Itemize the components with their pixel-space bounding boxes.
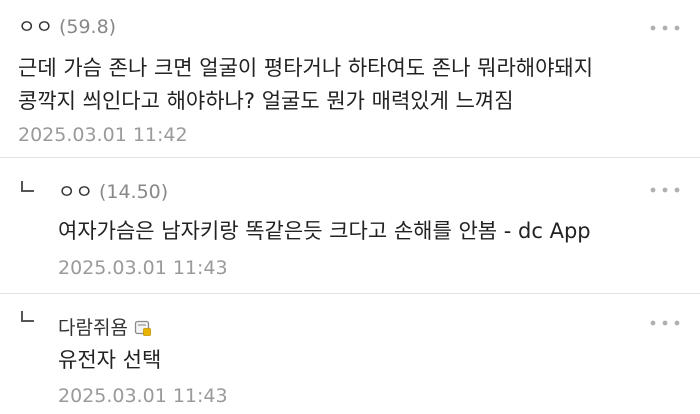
more-dots-icon: [650, 25, 680, 31]
more-dots-icon: [650, 187, 680, 193]
comment-author[interactable]: ㅇㅇ (14.50): [58, 177, 168, 204]
reply-comment-item: 다람쥐욤 유전자 선택 2025.03.01 11:43: [0, 293, 700, 414]
comment-timestamp: 2025.03.01 11:42: [18, 124, 188, 146]
fixed-nick-badge-icon: [134, 319, 152, 337]
author-nickname[interactable]: 다람쥐욤: [58, 317, 128, 339]
author-nickname[interactable]: ㅇㅇ: [58, 181, 93, 203]
author-nickname[interactable]: ㅇㅇ: [18, 16, 53, 38]
more-options-button[interactable]: [648, 22, 682, 34]
reply-comment-item: ㅇㅇ (14.50) 여자가슴은 남자키랑 똑같은듯 크다고 손해를 안봄 - d…: [0, 157, 700, 293]
comment-timestamp: 2025.03.01 11:43: [58, 385, 228, 407]
comment-item: ㅇㅇ (59.8) 근데 가슴 존나 크면 얼굴이 평타거나 하타여도 존나 뭐라…: [0, 0, 700, 157]
more-options-button[interactable]: [648, 184, 682, 196]
comment-text: 여자가슴은 남자키랑 똑같은듯 크다고 손해를 안봄 - dc App: [58, 219, 591, 243]
reply-arrow-icon: [20, 310, 36, 326]
comment-text-line: 근데 가슴 존나 크면 얼굴이 평타거나 하타여도 존나 뭐라해야돼지: [18, 56, 594, 80]
comment-text-line: 콩깍지 씌인다고 해야하나? 얼굴도 뭔가 매력있게 느껴짐: [18, 89, 514, 113]
more-dots-icon: [650, 320, 680, 326]
reply-arrow-icon: [20, 180, 36, 196]
comment-author[interactable]: ㅇㅇ (59.8): [18, 12, 116, 39]
comment-text: 근데 가슴 존나 크면 얼굴이 평타거나 하타여도 존나 뭐라해야돼지 콩깍지 …: [18, 52, 593, 118]
more-options-button[interactable]: [648, 317, 682, 329]
comment-timestamp: 2025.03.01 11:43: [58, 257, 228, 279]
author-score: (59.8): [58, 16, 117, 38]
comment-text: 유전자 선택: [58, 348, 162, 372]
comment-author[interactable]: 다람쥐욤: [58, 313, 152, 340]
author-score: (14.50): [98, 181, 169, 203]
